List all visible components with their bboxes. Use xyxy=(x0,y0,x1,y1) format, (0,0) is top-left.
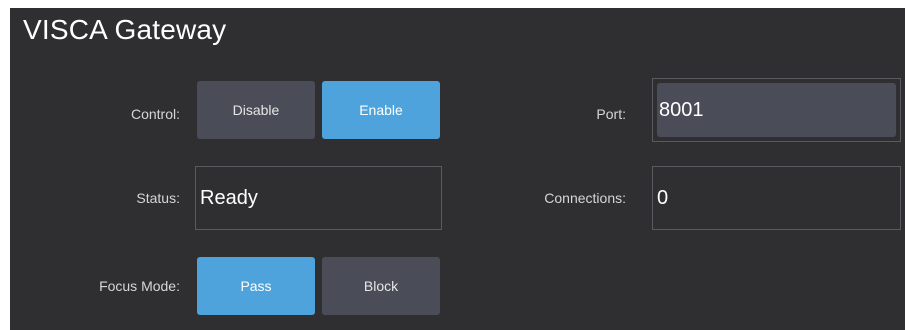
port-field[interactable]: 8001 xyxy=(652,78,901,142)
connections-field: 0 xyxy=(652,166,901,230)
connections-label: Connections: xyxy=(544,190,626,206)
status-label: Status: xyxy=(136,190,180,206)
status-field: Ready xyxy=(195,166,442,230)
connections-value: 0 xyxy=(657,186,669,209)
control-label: Control: xyxy=(130,106,180,122)
control-disable-button[interactable]: Disable xyxy=(197,81,315,139)
port-input[interactable]: 8001 xyxy=(657,83,896,137)
focus-pass-button[interactable]: Pass xyxy=(197,257,315,315)
port-label: Port: xyxy=(596,106,626,122)
panel-title: VISCA Gateway xyxy=(23,14,227,45)
control-enable-button[interactable]: Enable xyxy=(322,81,440,139)
visca-gateway-panel: VISCA Gateway Control: Disable Enable Po… xyxy=(10,8,905,330)
focus-mode-label: Focus Mode: xyxy=(99,278,180,294)
status-value: Ready xyxy=(200,186,258,209)
focus-block-button[interactable]: Block xyxy=(322,257,440,315)
